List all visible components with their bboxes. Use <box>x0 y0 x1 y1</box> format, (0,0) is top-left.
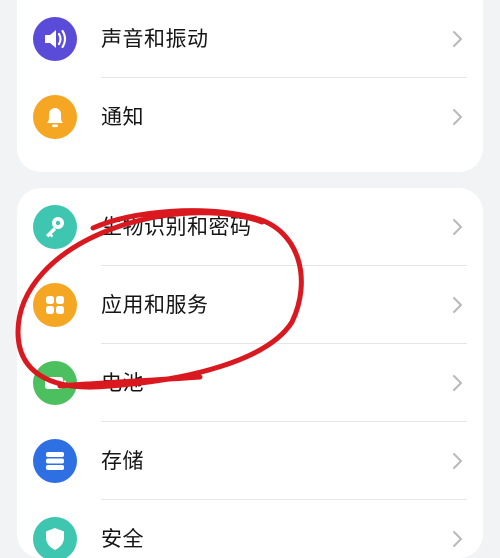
chevron-right-icon <box>447 107 467 127</box>
settings-item-security[interactable]: 安全 <box>17 500 483 558</box>
settings-item-biometrics[interactable]: 生物识别和密码 <box>17 188 483 266</box>
speaker-icon <box>33 17 77 61</box>
settings-item-label: 声音和振动 <box>101 27 209 51</box>
settings-item-storage[interactable]: 存储 <box>17 422 483 500</box>
settings-item-battery[interactable]: 电池 <box>17 344 483 422</box>
settings-item-notifications[interactable]: 通知 <box>17 78 483 156</box>
key-icon <box>33 205 77 249</box>
settings-item-label: 存储 <box>101 449 144 473</box>
settings-item-label: 应用和服务 <box>101 293 209 317</box>
settings-item-label: 通知 <box>101 105 144 129</box>
settings-item-label: 生物识别和密码 <box>101 215 252 239</box>
settings-item-label: 电池 <box>101 371 144 395</box>
apps-icon <box>33 283 77 327</box>
shield-icon <box>33 517 77 558</box>
chevron-right-icon <box>447 29 467 49</box>
storage-icon <box>33 439 77 483</box>
chevron-right-icon <box>447 451 467 471</box>
settings-group-1: 声音和振动 通知 <box>17 0 483 172</box>
settings-group-2: 生物识别和密码 应用和服务 电池 存储 安全 <box>17 188 483 558</box>
bell-icon <box>33 95 77 139</box>
chevron-right-icon <box>447 217 467 237</box>
settings-item-label: 安全 <box>101 527 144 551</box>
settings-item-sound[interactable]: 声音和振动 <box>17 0 483 78</box>
chevron-right-icon <box>447 295 467 315</box>
chevron-right-icon <box>447 529 467 549</box>
settings-item-apps[interactable]: 应用和服务 <box>17 266 483 344</box>
battery-icon <box>33 361 77 405</box>
chevron-right-icon <box>447 373 467 393</box>
